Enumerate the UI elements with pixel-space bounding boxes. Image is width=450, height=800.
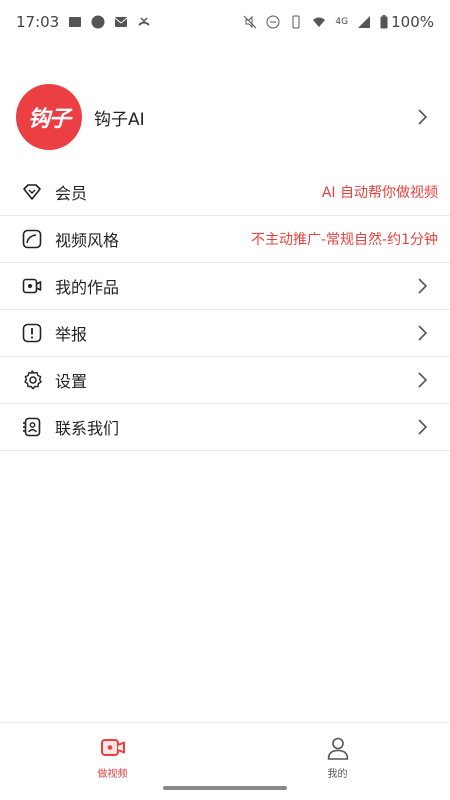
contact-book-icon — [23, 417, 41, 437]
menu-label-video-style: 视频风格 — [55, 231, 120, 250]
menu-label-report: 举报 — [55, 325, 88, 344]
video-camera-icon — [100, 739, 125, 756]
menu-list: 会员 AI 自动帮你做视频 视频风格 不主动推广-常规自然-约1分钟 我的作品 … — [0, 169, 450, 451]
person-icon — [327, 737, 348, 760]
menu-item-video-style[interactable]: 视频风格 不主动推广-常规自然-约1分钟 — [0, 216, 450, 263]
menu-item-contact-us[interactable]: 联系我们 — [0, 404, 450, 451]
avatar-text: 钩子 — [27, 107, 71, 132]
wifi-icon — [313, 17, 326, 27]
menu-item-settings[interactable]: 设置 — [0, 357, 450, 404]
report-icon — [22, 323, 42, 343]
gear-icon — [24, 370, 42, 390]
menu-label-contact-us: 联系我们 — [55, 419, 120, 438]
do-not-disturb-icon — [266, 15, 280, 29]
chevron-right-icon — [418, 372, 428, 388]
tab-label-mine: 我的 — [327, 769, 348, 780]
chevron-right-icon — [418, 109, 428, 125]
status-left: 17:03 — [16, 13, 151, 31]
chevron-right-icon — [418, 419, 428, 435]
profile-name: 钩子AI — [94, 109, 145, 130]
status-time: 17:03 — [16, 13, 60, 31]
signal-icon — [358, 16, 371, 28]
avatar[interactable]: 钩子 — [16, 84, 82, 150]
video-camera-icon — [22, 278, 42, 294]
menu-label-membership: 会员 — [55, 184, 88, 203]
notification-icon — [69, 17, 82, 27]
battery-level: 100% — [391, 13, 434, 31]
status-bar: 17:03 4G 100% — [0, 0, 450, 44]
menu-value-membership: AI 自动帮你做视频 — [321, 185, 438, 201]
mail-icon — [114, 17, 128, 27]
status-right: 4G 100% — [243, 13, 434, 31]
missed-call-icon — [138, 17, 150, 26]
menu-label-settings: 设置 — [55, 372, 88, 391]
vibrate-icon — [292, 15, 300, 29]
network-type: 4G — [335, 17, 349, 27]
menu-value-video-style: 不主动推广-常规自然-约1分钟 — [250, 232, 438, 248]
mute-icon — [244, 15, 257, 29]
circle-notification-icon — [91, 15, 105, 29]
menu-item-membership[interactable]: 会员 AI 自动帮你做视频 — [0, 169, 450, 216]
diamond-icon — [23, 184, 41, 200]
menu-item-my-works[interactable]: 我的作品 — [0, 263, 450, 310]
style-icon — [22, 229, 42, 249]
menu-label-my-works: 我的作品 — [55, 278, 120, 297]
battery-icon — [380, 15, 388, 29]
chevron-right-icon — [418, 278, 428, 294]
tab-label-make-video: 做视频 — [97, 769, 128, 780]
chevron-right-icon — [418, 325, 428, 341]
home-indicator[interactable] — [163, 786, 287, 790]
menu-item-report[interactable]: 举报 — [0, 310, 450, 357]
profile-row[interactable]: 钩子 钩子AI — [0, 82, 450, 152]
